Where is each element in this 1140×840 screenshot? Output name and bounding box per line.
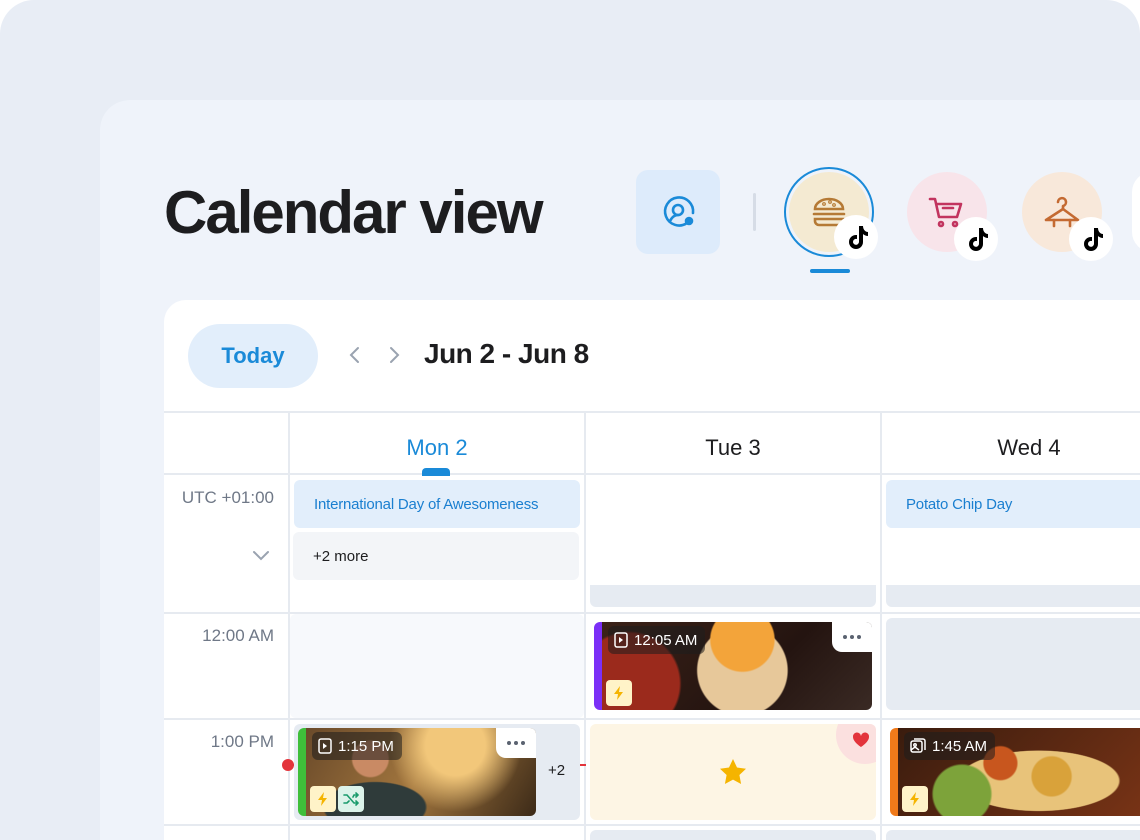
today-indicator bbox=[422, 468, 450, 476]
tiktok-icon bbox=[954, 217, 998, 261]
post-time-chip: 12:05 AM bbox=[608, 626, 706, 654]
post-time-chip: 1:45 AM bbox=[904, 732, 996, 760]
chevron-right-icon bbox=[390, 347, 400, 363]
time-label: 12:00 AM bbox=[202, 626, 274, 645]
scheduled-post[interactable]: 1:15 PM bbox=[298, 728, 536, 816]
previous-week-button[interactable] bbox=[340, 340, 370, 370]
collapse-all-day-button[interactable] bbox=[252, 548, 270, 566]
best-time-slot[interactable] bbox=[590, 724, 876, 820]
post-color-bar bbox=[890, 728, 898, 816]
post-color-bar bbox=[298, 728, 306, 816]
time-label: 1:00 PM bbox=[210, 732, 274, 751]
shuffle-icon bbox=[338, 786, 364, 812]
chevron-left-icon bbox=[349, 347, 359, 363]
post-menu-button[interactable] bbox=[496, 728, 536, 758]
account-avatar-shop[interactable] bbox=[902, 167, 998, 261]
lightning-icon bbox=[606, 680, 632, 706]
post-time-chip: 1:15 PM bbox=[312, 732, 402, 760]
empty-slot bbox=[886, 830, 1140, 840]
date-range: Jun 2 - Jun 8 bbox=[424, 338, 589, 369]
user-circle-icon bbox=[663, 196, 695, 227]
account-avatar-fashion[interactable] bbox=[1017, 167, 1113, 261]
star-icon bbox=[720, 759, 746, 784]
heart-icon bbox=[852, 732, 870, 747]
today-button[interactable]: Today bbox=[188, 324, 318, 388]
all-day-event[interactable]: Potato Chip Day bbox=[886, 480, 1140, 528]
empty-slot bbox=[590, 585, 876, 607]
more-posts-count[interactable]: +2 bbox=[548, 762, 565, 779]
chevron-down-icon bbox=[253, 551, 269, 561]
post-color-bar bbox=[594, 622, 602, 710]
lightning-icon bbox=[902, 786, 928, 812]
video-icon bbox=[614, 632, 628, 648]
post-time: 1:15 PM bbox=[338, 737, 394, 755]
post-time: 12:05 AM bbox=[634, 631, 698, 649]
lightning-icon bbox=[310, 786, 336, 812]
selected-account-indicator bbox=[810, 269, 850, 273]
day-header-wed[interactable]: Wed 4 bbox=[882, 418, 1140, 478]
tiktok-icon bbox=[834, 215, 878, 259]
day-header-tue[interactable]: Tue 3 bbox=[586, 418, 880, 478]
grid-line bbox=[164, 411, 1140, 413]
scheduled-post[interactable]: 12:05 AM bbox=[594, 622, 872, 710]
timezone-label: UTC +01:00 bbox=[181, 488, 274, 507]
video-icon bbox=[318, 738, 332, 754]
post-menu-button[interactable] bbox=[832, 622, 872, 652]
header-divider bbox=[753, 193, 756, 231]
grid-line bbox=[164, 824, 1140, 826]
tiktok-icon bbox=[1069, 217, 1113, 261]
account-avatar-burger[interactable] bbox=[784, 167, 878, 259]
account-filter-button[interactable] bbox=[636, 170, 720, 254]
more-events-link[interactable]: +2 more bbox=[293, 532, 579, 580]
page-title: Calendar view bbox=[164, 179, 544, 246]
empty-slot bbox=[590, 830, 876, 840]
account-avatar-more[interactable] bbox=[1132, 167, 1140, 257]
empty-slot[interactable] bbox=[886, 618, 1140, 710]
grid-line bbox=[164, 718, 1140, 720]
scheduled-post[interactable]: 1:45 AM bbox=[890, 728, 1140, 816]
calendar-card: Today Jun 2 - Jun 8 Mon 2 Tue 3 Wed 4 UT… bbox=[164, 300, 1140, 840]
empty-slot bbox=[886, 585, 1140, 607]
calendar-panel: Calendar view Today Jun 2 - Jun 8 Mon 2 … bbox=[100, 100, 1140, 840]
post-time: 1:45 AM bbox=[932, 737, 988, 755]
all-day-event[interactable]: International Day of Awesomeness bbox=[294, 480, 580, 528]
time-slot[interactable] bbox=[290, 614, 584, 718]
next-week-button[interactable] bbox=[379, 340, 409, 370]
gallery-icon bbox=[910, 738, 926, 753]
